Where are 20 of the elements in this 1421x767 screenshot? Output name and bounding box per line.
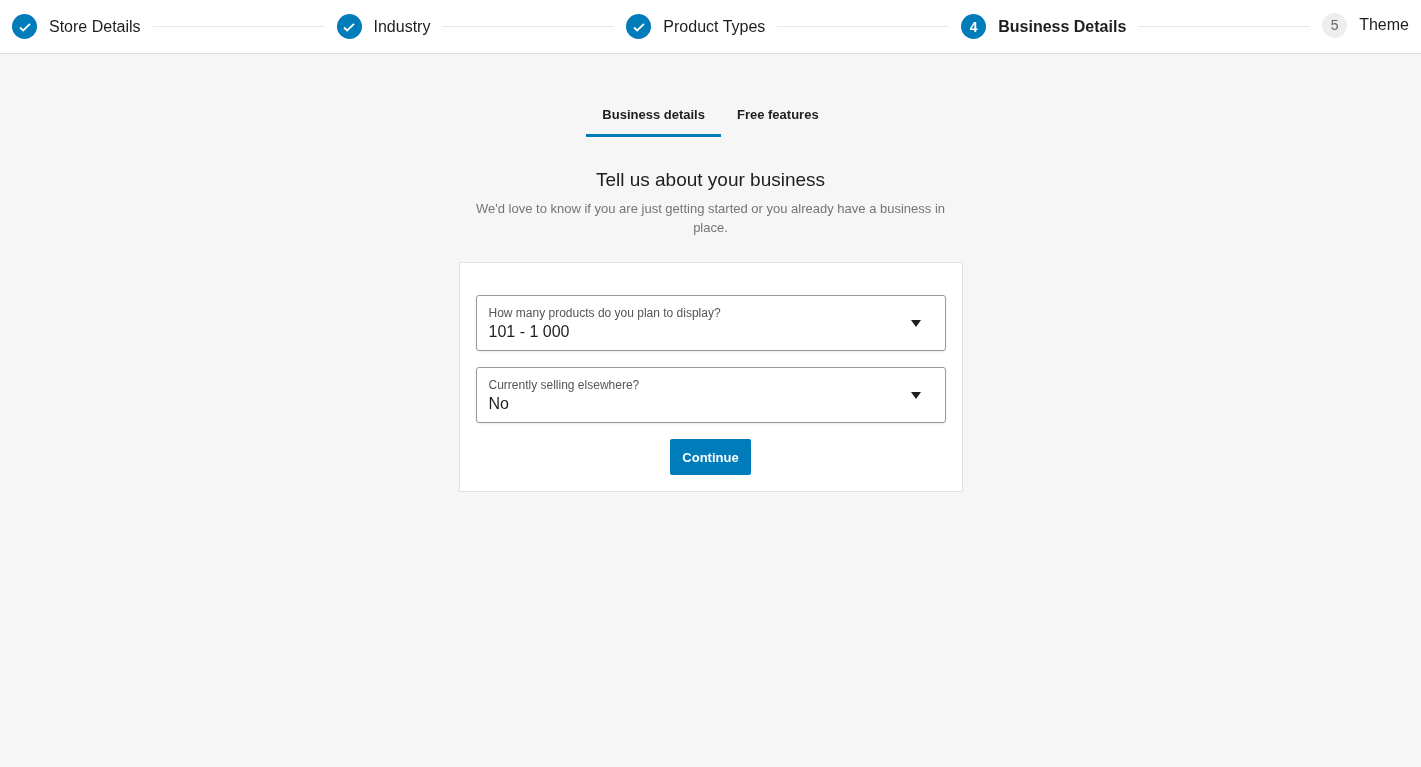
caret-icon [910, 391, 921, 399]
field-label: Currently selling elsewhere? [488, 377, 641, 392]
tab[interactable]: Free features [720, 100, 835, 137]
select-field[interactable]: How many products do you plan to display? 101 - 1 000 [475, 295, 946, 351]
step-label: Store Details [49, 17, 141, 36]
page-heading: Tell us about your business [595, 169, 826, 191]
select-field[interactable]: Currently selling elsewhere? No [475, 367, 946, 423]
field-value: 101 - 1 000 [488, 322, 571, 341]
step-label: Business Details [998, 17, 1127, 36]
continue-button[interactable]: Continue [670, 439, 751, 475]
step-number: 5 [1322, 12, 1348, 38]
step-number: 4 [961, 14, 987, 39]
step-label: Product Types [663, 17, 766, 36]
caret-icon [910, 319, 921, 327]
field-label: How many products do you plan to display? [488, 305, 722, 320]
page-description: We'd love to know if you are just getting started or you already have a business in place. [474, 200, 947, 237]
step-label: Theme [1359, 16, 1409, 34]
tab[interactable]: Business details [586, 100, 721, 137]
step-label: Industry [373, 17, 431, 36]
field-value: No [488, 394, 510, 413]
